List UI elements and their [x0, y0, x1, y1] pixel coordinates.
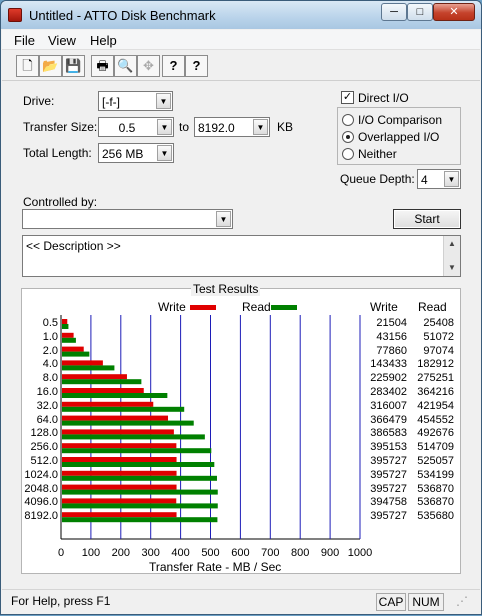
x-axis-label: Transfer Rate - MB / Sec [149, 560, 282, 574]
write-bar [62, 484, 177, 490]
x-tick-label: 100 [82, 547, 100, 559]
write-bar [62, 360, 103, 366]
write-bar [62, 346, 84, 352]
read-bar [62, 420, 194, 426]
read-bar [62, 393, 168, 398]
read-bar [62, 324, 69, 329]
write-bar [62, 443, 177, 449]
write-bar [62, 319, 68, 324]
read-bar [62, 434, 205, 440]
x-tick-label: 0 [58, 547, 64, 559]
status-text: For Help, press F1 [11, 594, 111, 608]
x-tick-label: 800 [291, 547, 309, 559]
caps-lock-indicator: CAP [376, 593, 406, 611]
x-tick-label: 700 [261, 547, 279, 559]
read-bar [62, 475, 217, 481]
x-tick-label: 300 [142, 547, 160, 559]
x-tick-label: 1000 [348, 547, 372, 559]
x-tick-label: 400 [171, 547, 189, 559]
read-bar [62, 337, 76, 343]
x-tick-label: 900 [321, 547, 339, 559]
write-bar [62, 498, 177, 504]
read-bar [62, 351, 90, 357]
read-bar [62, 379, 142, 385]
write-bar [62, 374, 127, 380]
x-tick-label: 200 [112, 547, 130, 559]
x-tick-label: 500 [201, 547, 219, 559]
write-bar [62, 401, 154, 407]
resize-grip-icon[interactable]: ⋰ [446, 593, 478, 611]
write-bar [62, 415, 169, 421]
results-chart: 0 100 200 300 400 500 600 700 800 900 1000 [58, 315, 372, 559]
write-bar [62, 388, 144, 393]
num-lock-indicator: NUM [408, 593, 444, 611]
read-bar [62, 365, 115, 371]
status-bar: For Help, press F1 CAP NUM ⋰ [2, 589, 480, 614]
write-bar [62, 457, 177, 462]
write-bar [62, 429, 174, 435]
write-bar [62, 470, 177, 476]
read-bar [62, 448, 212, 454]
read-bar [62, 517, 218, 523]
read-bar [62, 406, 185, 412]
write-bar [62, 332, 74, 338]
x-tick-label: 600 [231, 547, 249, 559]
write-bar [62, 512, 177, 518]
read-bar [62, 503, 218, 509]
app-window: Untitled - ATTO Disk Benchmark ─ □ ✕ Fil… [0, 0, 482, 615]
read-bar [62, 489, 218, 495]
read-bar [62, 462, 215, 467]
